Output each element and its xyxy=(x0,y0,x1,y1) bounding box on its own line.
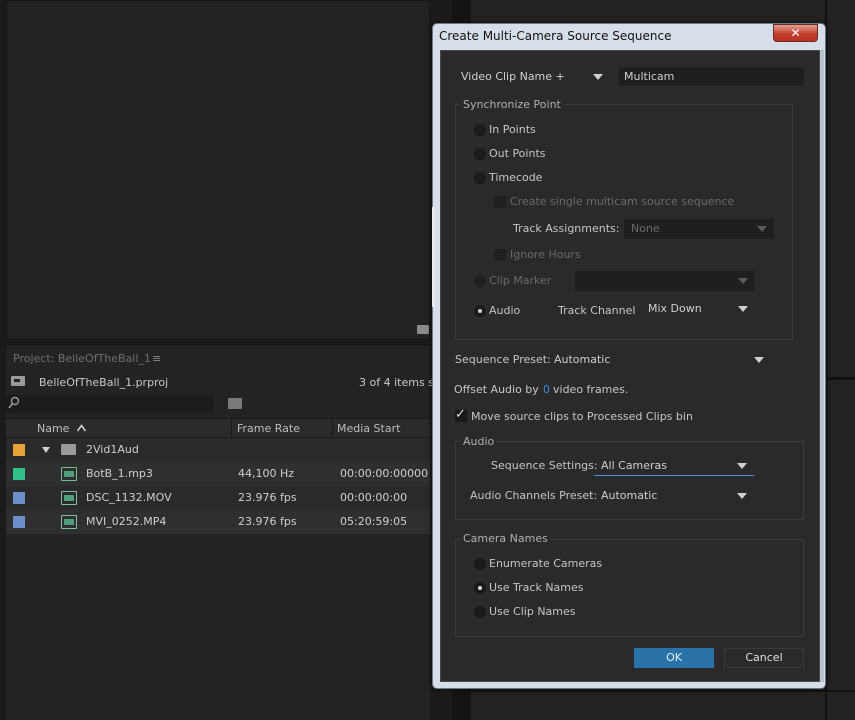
camera-names-legend: Camera Names xyxy=(461,532,550,545)
sync-point-legend: Synchronize Point xyxy=(461,98,563,111)
track-assignments-dropdown[interactable]: None xyxy=(624,219,774,239)
list-item[interactable]: DSC_1132.MOV 23.976 fps 00:00:00:00 xyxy=(6,486,430,510)
item-frame-rate: 44,100 Hz xyxy=(238,467,295,480)
panel-divider[interactable] xyxy=(825,377,855,380)
dialog-frame xyxy=(820,50,824,682)
search-icon xyxy=(8,396,20,409)
column-separator[interactable] xyxy=(231,419,232,438)
sequence-preset-label: Sequence Preset: xyxy=(455,353,551,366)
out-points-radio[interactable] xyxy=(474,148,486,160)
offset-audio-suffix: video frames. xyxy=(553,383,629,396)
offset-audio-label: Offset Audio by xyxy=(454,383,539,396)
item-name: BotB_1.mp3 xyxy=(86,467,153,480)
ignore-hours-checkbox[interactable] xyxy=(494,249,506,261)
move-clips-label[interactable]: Move source clips to Processed Clips bin xyxy=(471,410,693,423)
item-frame-rate: 23.976 fps xyxy=(238,515,297,528)
items-count: 3 of 4 items se xyxy=(359,376,441,389)
bin-folder-icon xyxy=(61,444,76,455)
project-tab[interactable]: Project: BelleOfTheBall_1 xyxy=(13,352,151,365)
chevron-down-icon xyxy=(757,226,767,232)
item-name: MVI_0252.MP4 xyxy=(86,515,167,528)
timecode-label[interactable]: Timecode xyxy=(489,171,542,184)
chevron-down-icon xyxy=(738,278,748,284)
timecode-radio[interactable] xyxy=(474,172,486,184)
item-media-start: 00:00:00:00 xyxy=(340,491,408,504)
chevron-down-icon xyxy=(754,357,764,363)
expand-triangle-icon[interactable] xyxy=(42,447,50,453)
create-single-label: Create single multicam source sequence xyxy=(510,195,735,208)
project-bin-icon[interactable] xyxy=(11,376,25,386)
video-clip-icon xyxy=(61,515,77,529)
use-track-names-radio[interactable] xyxy=(474,582,486,594)
panel-menu-icon[interactable]: ≡ xyxy=(152,352,161,365)
clip-marker-label: Clip Marker xyxy=(489,274,552,287)
label-color-swatch[interactable] xyxy=(13,492,25,504)
audio-legend: Audio xyxy=(461,435,497,448)
source-monitor-panel xyxy=(6,0,430,340)
name-mode-dropdown[interactable]: Video Clip Name + xyxy=(454,67,610,87)
item-name: 2Vid1Aud xyxy=(86,443,139,456)
sequence-settings-dropdown[interactable]: All Cameras xyxy=(594,456,754,476)
scrollbar-thumb[interactable] xyxy=(432,207,435,307)
list-item[interactable]: BotB_1.mp3 44,100 Hz 00:00:00:00000 xyxy=(6,462,430,486)
item-frame-rate: 23.976 fps xyxy=(238,491,297,504)
new-bin-icon[interactable] xyxy=(228,398,242,409)
chevron-down-icon xyxy=(593,74,603,80)
create-single-checkbox[interactable] xyxy=(494,196,506,208)
search-input[interactable] xyxy=(6,395,214,413)
audio-channels-label: Audio Channels Preset: xyxy=(470,489,598,502)
offset-audio-value[interactable]: 0 xyxy=(543,383,550,396)
dialog-title: Create Multi-Camera Source Sequence xyxy=(439,29,672,43)
move-clips-checkbox[interactable] xyxy=(455,407,467,422)
in-points-radio[interactable] xyxy=(474,124,486,136)
column-header: Name Frame Rate Media Start xyxy=(6,418,430,438)
name-field[interactable]: Multicam xyxy=(619,67,804,86)
track-channel-dropdown[interactable]: Mix Down xyxy=(641,299,755,319)
clip-marker-radio[interactable] xyxy=(474,275,486,287)
project-file-name: BelleOfTheBall_1.prproj xyxy=(39,376,169,389)
label-color-swatch[interactable] xyxy=(13,444,25,456)
folder-icon[interactable] xyxy=(417,325,429,334)
column-frame-rate[interactable]: Frame Rate xyxy=(237,422,300,435)
sequence-preset-dropdown[interactable]: Automatic xyxy=(547,350,771,370)
audio-clip-icon xyxy=(61,467,77,481)
item-media-start: 00:00:00:00000 xyxy=(340,467,429,480)
track-channel-label: Track Channel xyxy=(558,304,636,317)
out-points-label[interactable]: Out Points xyxy=(489,147,545,160)
video-clip-icon xyxy=(61,491,77,505)
close-button[interactable]: ✕ xyxy=(773,24,818,42)
audio-group xyxy=(455,441,804,520)
list-item[interactable]: MVI_0252.MP4 23.976 fps 05:20:59:05 xyxy=(6,510,430,534)
audio-label[interactable]: Audio xyxy=(489,304,520,317)
column-name[interactable]: Name xyxy=(37,422,69,435)
sort-ascending-icon[interactable] xyxy=(77,424,86,432)
ok-button[interactable]: OK xyxy=(634,648,714,668)
ignore-hours-label: Ignore Hours xyxy=(510,248,581,261)
item-name: DSC_1132.MOV xyxy=(86,491,172,504)
column-media-start[interactable]: Media Start xyxy=(337,422,400,435)
cancel-button[interactable]: Cancel xyxy=(724,648,804,668)
chevron-down-icon xyxy=(737,463,747,469)
clip-marker-dropdown[interactable] xyxy=(575,271,755,291)
list-item[interactable]: 2Vid1Aud xyxy=(6,438,430,462)
chevron-down-icon xyxy=(737,493,747,499)
chevron-down-icon xyxy=(738,306,748,312)
use-clip-names-radio[interactable] xyxy=(474,606,486,618)
column-separator[interactable] xyxy=(332,419,333,438)
item-media-start: 05:20:59:05 xyxy=(340,515,408,528)
track-assignments-label: Track Assignments: xyxy=(513,222,620,235)
sequence-settings-label: Sequence Settings: xyxy=(491,459,598,472)
in-points-label[interactable]: In Points xyxy=(489,123,536,136)
enumerate-cameras-label[interactable]: Enumerate Cameras xyxy=(489,557,602,570)
label-color-swatch[interactable] xyxy=(13,516,25,528)
enumerate-cameras-radio[interactable] xyxy=(474,558,486,570)
use-track-names-label[interactable]: Use Track Names xyxy=(489,581,584,594)
panel-divider[interactable] xyxy=(471,690,855,692)
audio-radio[interactable] xyxy=(474,305,486,317)
use-clip-names-label[interactable]: Use Clip Names xyxy=(489,605,576,618)
label-color-swatch[interactable] xyxy=(13,468,25,480)
audio-channels-dropdown[interactable]: Automatic xyxy=(594,486,754,506)
